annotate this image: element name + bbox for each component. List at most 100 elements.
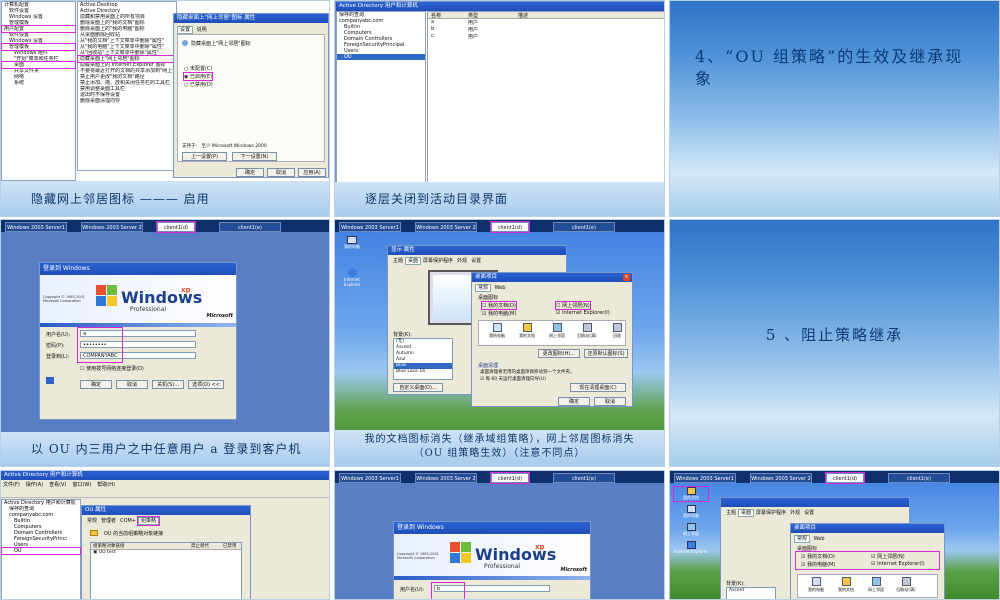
- tab-explain[interactable]: 说明: [195, 27, 209, 33]
- display-tab[interactable]: 桌面: [738, 509, 755, 517]
- icon-preview[interactable]: 网上邻居: [543, 323, 571, 339]
- vm-tab[interactable]: Windows 2003 Server1: [674, 473, 736, 483]
- ok-button[interactable]: 确定: [558, 397, 590, 406]
- desktop-icon[interactable]: 我的文档: [673, 486, 709, 502]
- menu-item[interactable]: 查看(V): [49, 482, 66, 488]
- policy-setting-item[interactable]: 删除桌面清理向导: [78, 98, 176, 104]
- menu-item[interactable]: 窗口(W): [72, 482, 91, 488]
- radio-not-configured[interactable]: ○ 未配置(C): [184, 65, 212, 72]
- display-tab[interactable]: 外观: [788, 510, 802, 516]
- vm-tab[interactable]: client1(e): [553, 473, 615, 483]
- cancel-button[interactable]: 取消: [116, 380, 148, 389]
- desktop-icon-computer[interactable]: 我的电脑: [341, 236, 363, 250]
- radio-disabled[interactable]: ○ 已禁用(D): [184, 81, 213, 88]
- tab-web[interactable]: Web: [812, 536, 827, 542]
- bg-item[interactable]: Blue Lace 16: [394, 369, 452, 375]
- icon-preview[interactable]: 我的电脑: [802, 577, 830, 593]
- tab-general[interactable]: 常规: [475, 284, 492, 292]
- cancel-button[interactable]: 取消: [267, 168, 295, 177]
- vm-tab[interactable]: client1(d): [490, 221, 530, 233]
- tree-item[interactable]: OU: [1, 547, 81, 555]
- checkbox-network[interactable]: ☑ 网上邻居(N): [871, 553, 905, 560]
- change-icon-button[interactable]: 更改图标(H)...: [538, 349, 580, 358]
- radio-enabled[interactable]: ◉ 已启用(E): [182, 72, 214, 81]
- tab-general[interactable]: 常规: [794, 535, 811, 543]
- table-row[interactable]: c 用户: [428, 33, 664, 40]
- icon-preview[interactable]: 网上邻居: [862, 577, 890, 593]
- tree-item[interactable]: 系统: [2, 80, 75, 86]
- dialup-checkbox[interactable]: ☐ 使用拨号网络连接登录(D): [80, 365, 144, 372]
- options-button[interactable]: 选项(O) <<: [188, 380, 224, 389]
- table-row[interactable]: b 用户: [428, 26, 664, 33]
- desktop-icon[interactable]: 网上邻居: [674, 523, 708, 537]
- background-list[interactable]: (无) Ascent Autumn Azul Bliss Blue Lace 16: [393, 338, 453, 380]
- checkbox-documents[interactable]: ☐ 我的文档(D): [481, 301, 517, 310]
- checkbox-ie[interactable]: ☑ Internet Explorer(I): [871, 561, 925, 567]
- menu-item[interactable]: 操作(A): [26, 482, 43, 488]
- icon-preview[interactable]: 我的文档: [513, 323, 541, 339]
- menu-item[interactable]: 文件(F): [3, 482, 20, 488]
- display-tab[interactable]: 桌面: [405, 257, 422, 265]
- display-tab[interactable]: 外观: [455, 258, 469, 264]
- icon-preview[interactable]: 我的文档: [832, 577, 860, 593]
- icon-preview[interactable]: 回收站(满): [892, 577, 920, 593]
- table-row[interactable]: a 用户: [428, 19, 664, 26]
- display-tab[interactable]: 屏幕保护程序: [421, 258, 455, 264]
- vm-tab[interactable]: client1(d): [156, 221, 196, 233]
- col-no-override[interactable]: 禁止替代: [191, 543, 209, 549]
- desktop-icon[interactable]: Internet Explorer: [674, 541, 708, 554]
- ou-tab[interactable]: COM+: [118, 518, 138, 524]
- checkbox-computer[interactable]: ☑ 我的电脑(M): [801, 561, 835, 568]
- icon-preview[interactable]: 回收站(满): [573, 323, 601, 339]
- col-type[interactable]: 类型: [468, 12, 478, 19]
- display-tab[interactable]: 设置: [469, 258, 483, 264]
- vm-tab[interactable]: client1(d): [490, 472, 530, 484]
- checkbox-documents[interactable]: ☑ 我的文档(D): [801, 553, 835, 560]
- close-icon[interactable]: ×: [623, 274, 630, 281]
- cleanup-checkbox[interactable]: ☑ 每 60 天运行桌面清理向导(U): [480, 376, 546, 382]
- col-name[interactable]: 名称: [431, 12, 441, 19]
- display-tab[interactable]: 屏幕保护程序: [754, 510, 788, 516]
- tab-web[interactable]: Web: [493, 285, 508, 291]
- ok-button[interactable]: 确定: [236, 168, 264, 177]
- vm-tab[interactable]: Windows 2003 Server1: [5, 222, 67, 232]
- vm-tab[interactable]: Windows 2003 Server 2: [415, 473, 477, 483]
- vm-tab[interactable]: Windows 2003 Server 2: [750, 473, 812, 483]
- checkbox-network[interactable]: ☐ 网上邻居(N): [555, 301, 591, 310]
- vm-tab[interactable]: client1(e): [888, 473, 950, 483]
- next-setting-button[interactable]: 下一设置(N): [232, 152, 277, 161]
- icon-preview[interactable]: 我的电脑: [483, 323, 511, 339]
- checkbox-ie[interactable]: ☑ Internet Explorer(I): [556, 310, 610, 316]
- prev-setting-button[interactable]: 上一设置(P): [182, 152, 227, 161]
- icon-preview[interactable]: 回收: [603, 323, 631, 339]
- vm-tab[interactable]: Windows 2003 Server1: [339, 222, 401, 232]
- col-disabled[interactable]: 已禁用: [223, 543, 237, 549]
- display-tab[interactable]: 设置: [802, 510, 816, 516]
- col-desc[interactable]: 描述: [518, 12, 528, 19]
- table-row[interactable]: ▣ OU test: [91, 550, 241, 555]
- restore-default-button[interactable]: 还原默认图标(S): [584, 349, 628, 358]
- tab-settings[interactable]: 设置: [177, 26, 194, 34]
- display-tab[interactable]: 主题: [724, 510, 738, 516]
- customize-desktop-button[interactable]: 自定义桌面(D)...: [393, 383, 443, 392]
- desktop-icon-ie[interactable]: Internet Explorer: [339, 268, 365, 287]
- ok-button[interactable]: 确定: [80, 380, 112, 389]
- ou-tab[interactable]: 管理者: [99, 518, 118, 524]
- vm-tab[interactable]: Windows 2003 Server1: [339, 473, 401, 483]
- vm-tab[interactable]: client1(d): [825, 472, 865, 484]
- vm-tab[interactable]: client1(e): [219, 222, 281, 232]
- ou-tab[interactable]: 组策略: [136, 516, 160, 526]
- tree-item[interactable]: OU: [337, 54, 425, 60]
- shutdown-button[interactable]: 关机(S)...: [152, 380, 184, 389]
- display-tab[interactable]: 主题: [391, 258, 405, 264]
- desktop-icon[interactable]: 我的电脑: [674, 505, 708, 519]
- apply-button[interactable]: 应用(A): [298, 168, 326, 177]
- cancel-button[interactable]: 取消: [594, 397, 626, 406]
- checkbox-computer[interactable]: ☑ 我的电脑(M): [482, 310, 516, 317]
- vm-tab[interactable]: Windows 2003 Server 2: [415, 222, 477, 232]
- cleanup-now-button[interactable]: 现在清理桌面(C): [570, 383, 626, 392]
- vm-tab[interactable]: client1(e): [553, 222, 615, 232]
- menu-item[interactable]: 帮助(H): [97, 482, 115, 488]
- background-list[interactable]: Ascent: [726, 587, 776, 599]
- col-gpo-link[interactable]: 组策略对象链接: [93, 543, 125, 549]
